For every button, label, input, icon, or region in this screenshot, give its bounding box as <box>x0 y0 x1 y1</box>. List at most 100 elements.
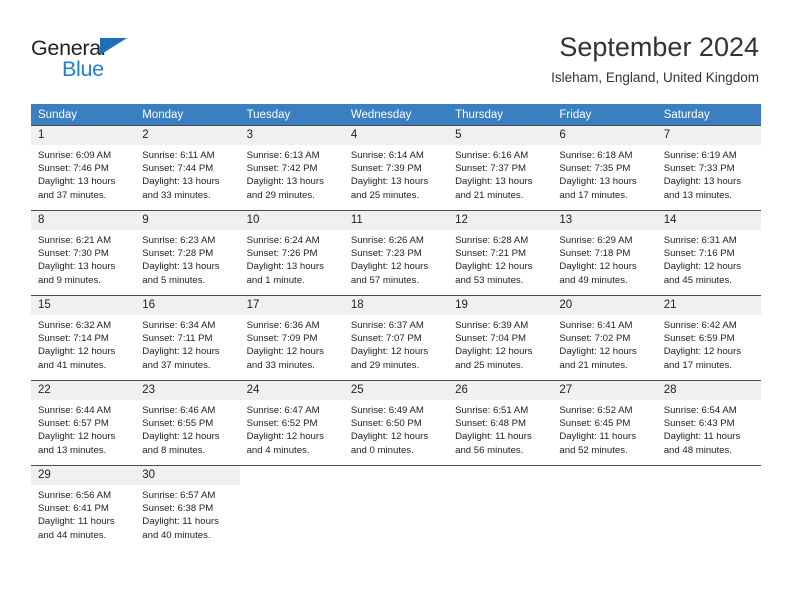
day-cell[interactable]: 3 Sunrise: 6:13 AM Sunset: 7:42 PM Daylight… <box>239 125 344 211</box>
sunset-text: Sunset: 7:35 PM <box>559 163 631 175</box>
day-number: 4 <box>343 126 449 145</box>
day-cell[interactable]: 22 Sunrise: 6:44 AM Sunset: 6:57 PM Dayligh… <box>31 380 136 466</box>
day-cell[interactable]: 9 Sunrise: 6:23 AM Sunset: 7:28 PM Daylight… <box>135 210 240 296</box>
day-number: 19 <box>448 296 553 315</box>
sunset-text: Sunset: 6:41 PM <box>38 503 109 515</box>
day-cell[interactable]: 17 Sunrise: 6:36 AM Sunset: 7:09 PM Dayligh… <box>239 295 344 381</box>
day-cell[interactable]: 6 Sunrise: 6:18 AM Sunset: 7:35 PM Daylight… <box>552 125 657 211</box>
sunset-text: Sunset: 7:09 PM <box>246 333 318 345</box>
calendar-page: General Blue September 2024 Isleham, Eng… <box>0 0 792 612</box>
logo-triangle-icon <box>100 38 127 55</box>
day-cell[interactable]: 18 Sunrise: 6:37 AM Sunset: 7:07 PM Dayligh… <box>343 295 449 381</box>
day-info: Sunrise: 6:19 AM Sunset: 7:33 PM Daylight:… <box>657 145 761 202</box>
daylight-text: Daylight: 11 hours and 44 minutes. <box>38 516 115 541</box>
weekday-header-monday: Monday <box>135 104 240 126</box>
sunset-text: Sunset: 7:28 PM <box>142 248 214 260</box>
sunset-text: Sunset: 7:46 PM <box>38 163 109 175</box>
sunrise-text: Sunrise: 6:51 AM <box>455 405 529 416</box>
day-number: 9 <box>135 211 240 230</box>
day-number <box>448 466 552 485</box>
day-cell[interactable]: 24 Sunrise: 6:47 AM Sunset: 6:52 PM Dayligh… <box>239 380 344 466</box>
day-cell[interactable]: 19 Sunrise: 6:39 AM Sunset: 7:04 PM Dayligh… <box>448 295 553 381</box>
day-cell[interactable]: 5 Sunrise: 6:16 AM Sunset: 7:37 PM Daylight… <box>448 125 553 211</box>
daylight-text: Daylight: 12 hours and 33 minutes. <box>246 346 324 371</box>
sunrise-text: Sunrise: 6:29 AM <box>559 235 633 246</box>
sunrise-text: Sunrise: 6:56 AM <box>38 490 112 501</box>
location-subtitle: Isleham, England, United Kingdom <box>551 70 759 85</box>
daylight-text: Daylight: 12 hours and 0 minutes. <box>350 431 429 456</box>
sunset-text: Sunset: 7:04 PM <box>455 333 527 345</box>
day-cell[interactable]: 26 Sunrise: 6:51 AM Sunset: 6:48 PM Dayligh… <box>448 380 553 466</box>
day-cell[interactable]: 2 Sunrise: 6:11 AM Sunset: 7:44 PM Daylight… <box>135 125 240 211</box>
day-cell[interactable]: 25 Sunrise: 6:49 AM Sunset: 6:50 PM Dayligh… <box>343 380 449 466</box>
day-info: Sunrise: 6:57 AM Sunset: 6:38 PM Daylight:… <box>135 485 239 542</box>
sunrise-text: Sunrise: 6:46 AM <box>142 405 216 416</box>
day-cell-empty <box>239 465 344 550</box>
sunrise-text: Sunrise: 6:23 AM <box>142 235 216 246</box>
day-cell[interactable]: 29 Sunrise: 6:56 AM Sunset: 6:41 PM Dayligh… <box>31 465 136 550</box>
day-info: Sunrise: 6:36 AM Sunset: 7:09 PM Daylight:… <box>240 315 344 372</box>
day-info: Sunrise: 6:18 AM Sunset: 7:35 PM Daylight:… <box>552 145 656 202</box>
daylight-text: Daylight: 12 hours and 37 minutes. <box>142 346 220 371</box>
day-cell[interactable]: 21 Sunrise: 6:42 AM Sunset: 6:59 PM Dayligh… <box>656 295 761 381</box>
day-cell[interactable]: 8 Sunrise: 6:21 AM Sunset: 7:30 PM Daylight… <box>31 210 136 296</box>
day-cell[interactable]: 14 Sunrise: 6:31 AM Sunset: 7:16 PM Dayligh… <box>656 210 761 296</box>
sunset-text: Sunset: 6:57 PM <box>38 418 109 430</box>
daylight-text: Daylight: 12 hours and 8 minutes. <box>142 431 220 456</box>
daylight-text: Daylight: 12 hours and 13 minutes. <box>38 431 116 456</box>
day-cell[interactable]: 30 Sunrise: 6:57 AM Sunset: 6:38 PM Dayligh… <box>135 465 240 550</box>
day-number: 2 <box>135 126 240 145</box>
day-cell[interactable]: 7 Sunrise: 6:19 AM Sunset: 7:33 PM Daylight… <box>656 125 761 211</box>
day-number: 7 <box>656 126 761 145</box>
sunrise-text: Sunrise: 6:11 AM <box>142 150 215 161</box>
day-number: 11 <box>343 211 449 230</box>
day-info: Sunrise: 6:39 AM Sunset: 7:04 PM Daylight:… <box>448 315 552 372</box>
weekday-header-thursday: Thursday <box>448 104 553 126</box>
day-info: Sunrise: 6:23 AM Sunset: 7:28 PM Daylight:… <box>135 230 239 287</box>
daylight-text: Daylight: 13 hours and 37 minutes. <box>38 176 116 201</box>
day-cell[interactable]: 15 Sunrise: 6:32 AM Sunset: 7:14 PM Dayligh… <box>31 295 136 381</box>
day-cell[interactable]: 12 Sunrise: 6:28 AM Sunset: 7:21 PM Dayligh… <box>448 210 553 296</box>
daylight-text: Daylight: 13 hours and 25 minutes. <box>350 176 429 201</box>
sunset-text: Sunset: 7:42 PM <box>246 163 318 175</box>
calendar-body: 1 Sunrise: 6:09 AM Sunset: 7:46 PM Daylight… <box>31 125 761 550</box>
day-cell[interactable]: 16 Sunrise: 6:34 AM Sunset: 7:11 PM Dayligh… <box>135 295 240 381</box>
daylight-text: Daylight: 11 hours and 56 minutes. <box>455 431 532 456</box>
sunrise-text: Sunrise: 6:37 AM <box>350 320 424 331</box>
sunrise-text: Sunrise: 6:49 AM <box>350 405 424 416</box>
day-cell[interactable]: 13 Sunrise: 6:29 AM Sunset: 7:18 PM Dayligh… <box>552 210 657 296</box>
day-info: Sunrise: 6:31 AM Sunset: 7:16 PM Daylight:… <box>657 230 761 287</box>
sunset-text: Sunset: 7:23 PM <box>350 248 422 260</box>
day-info: Sunrise: 6:29 AM Sunset: 7:18 PM Daylight:… <box>552 230 656 287</box>
daylight-text: Daylight: 12 hours and 25 minutes. <box>455 346 533 371</box>
sunrise-text: Sunrise: 6:13 AM <box>246 150 320 161</box>
day-cell[interactable]: 28 Sunrise: 6:54 AM Sunset: 6:43 PM Dayligh… <box>656 380 761 466</box>
day-cell[interactable]: 23 Sunrise: 6:46 AM Sunset: 6:55 PM Dayligh… <box>135 380 240 466</box>
sunset-text: Sunset: 7:26 PM <box>246 248 318 260</box>
day-cell[interactable]: 10 Sunrise: 6:24 AM Sunset: 7:26 PM Dayligh… <box>239 210 344 296</box>
day-number: 29 <box>31 466 136 485</box>
day-number <box>344 466 448 485</box>
day-number: 15 <box>31 296 136 315</box>
day-info: Sunrise: 6:47 AM Sunset: 6:52 PM Daylight:… <box>240 400 344 457</box>
week-row: 8 Sunrise: 6:21 AM Sunset: 7:30 PM Daylight… <box>31 210 761 296</box>
sunrise-text: Sunrise: 6:14 AM <box>350 150 424 161</box>
daylight-text: Daylight: 12 hours and 4 minutes. <box>246 431 324 456</box>
sunset-text: Sunset: 7:11 PM <box>142 333 213 345</box>
day-cell[interactable]: 1 Sunrise: 6:09 AM Sunset: 7:46 PM Daylight… <box>31 125 136 211</box>
sunrise-text: Sunrise: 6:36 AM <box>246 320 320 331</box>
sunrise-text: Sunrise: 6:44 AM <box>38 405 112 416</box>
generalblue-logo[interactable]: General Blue <box>31 36 161 84</box>
day-cell[interactable]: 4 Sunrise: 6:14 AM Sunset: 7:39 PM Daylight… <box>343 125 449 211</box>
sunset-text: Sunset: 7:44 PM <box>142 163 214 175</box>
day-cell[interactable]: 20 Sunrise: 6:41 AM Sunset: 7:02 PM Dayligh… <box>552 295 657 381</box>
week-row: 22 Sunrise: 6:44 AM Sunset: 6:57 PM Dayligh… <box>31 380 761 466</box>
day-info: Sunrise: 6:54 AM Sunset: 6:43 PM Daylight:… <box>657 400 761 457</box>
sunset-text: Sunset: 7:18 PM <box>559 248 631 260</box>
sunrise-text: Sunrise: 6:21 AM <box>38 235 112 246</box>
day-cell-empty <box>343 465 449 550</box>
page-title: September 2024 <box>559 32 759 62</box>
day-cell[interactable]: 27 Sunrise: 6:52 AM Sunset: 6:45 PM Dayligh… <box>552 380 657 466</box>
day-info: Sunrise: 6:09 AM Sunset: 7:46 PM Daylight:… <box>31 145 135 202</box>
day-cell[interactable]: 11 Sunrise: 6:26 AM Sunset: 7:23 PM Dayligh… <box>343 210 449 296</box>
